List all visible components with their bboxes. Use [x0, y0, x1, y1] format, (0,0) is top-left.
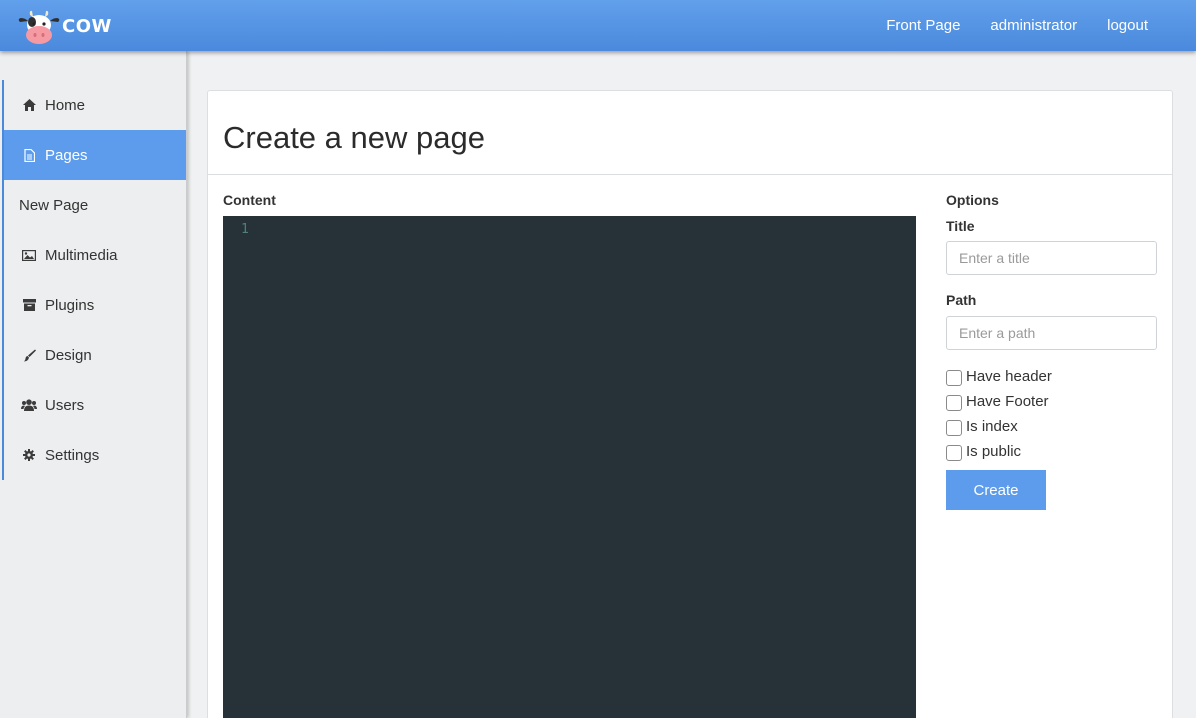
home-icon [20, 98, 38, 112]
sidebar-item-settings[interactable]: Settings [4, 430, 186, 480]
gear-icon [20, 448, 38, 462]
have-header-checkbox[interactable] [946, 370, 962, 386]
archive-icon [20, 298, 38, 312]
is-public-checkbox[interactable] [946, 445, 962, 461]
sidebar-item-label: Plugins [45, 296, 95, 314]
options-heading: Options [946, 192, 999, 208]
file-icon [20, 148, 38, 162]
is-index-checkbox[interactable] [946, 420, 962, 436]
top-navbar: COW Front Page administrator logout [0, 0, 1196, 51]
cow-logo[interactable]: COW [17, 9, 111, 45]
front-page-link[interactable]: Front Page [886, 17, 960, 34]
cow-mascot-icon [18, 10, 60, 44]
sidebar-item-multimedia[interactable]: Multimedia [4, 230, 186, 280]
sidebar-item-plugins[interactable]: Plugins [4, 280, 186, 330]
have-footer-checkbox[interactable] [946, 395, 962, 411]
content-label: Content [223, 192, 276, 208]
sidebar-item-label: New Page [19, 196, 89, 214]
checkbox-label: Is public [966, 442, 1022, 460]
have-header-checkbox-row[interactable]: Have header [946, 366, 1052, 386]
sidebar-item-label: Design [45, 346, 92, 364]
checkbox-label: Have header [966, 367, 1052, 385]
code-editor[interactable]: 1 [223, 216, 916, 718]
logo-text: COW [62, 16, 112, 37]
have-footer-checkbox-row[interactable]: Have Footer [946, 391, 1049, 411]
sidebar-item-users[interactable]: Users [4, 380, 186, 430]
sidebar-item-label: Users [45, 396, 85, 414]
checkbox-label: Have Footer [966, 392, 1049, 410]
create-button[interactable]: Create [946, 470, 1046, 510]
sidebar-item-label: Pages [45, 146, 88, 164]
is-public-checkbox-row[interactable]: Is public [946, 441, 1021, 461]
image-icon [20, 248, 38, 262]
line-number: 1 [241, 222, 249, 237]
sidebar-item-new-page[interactable]: New Page [4, 180, 186, 230]
sidebar-item-design[interactable]: Design [4, 330, 186, 380]
sidebar-item-label: Settings [45, 446, 100, 464]
sidebar: Home Pages New Page Multimedia Plugins D… [0, 51, 187, 718]
create-page-panel: Create a new page Content 1 Options Titl… [207, 90, 1173, 718]
sidebar-item-pages[interactable]: Pages [4, 130, 186, 180]
top-nav-links: Front Page administrator logout [856, 0, 1148, 51]
brush-icon [20, 348, 38, 362]
sidebar-item-label: Multimedia [45, 246, 118, 264]
title-input[interactable] [946, 241, 1157, 275]
title-label: Title [946, 218, 975, 234]
is-index-checkbox-row[interactable]: Is index [946, 416, 1018, 436]
path-input[interactable] [946, 316, 1157, 350]
panel-divider [208, 174, 1172, 175]
page-title: Create a new page [223, 120, 485, 155]
administrator-link[interactable]: administrator [990, 17, 1077, 34]
users-icon [20, 398, 38, 412]
checkbox-label: Is index [966, 417, 1018, 435]
path-label: Path [946, 292, 977, 308]
sidebar-item-home[interactable]: Home [4, 80, 186, 130]
logout-link[interactable]: logout [1107, 17, 1148, 34]
sidebar-item-label: Home [45, 96, 86, 114]
